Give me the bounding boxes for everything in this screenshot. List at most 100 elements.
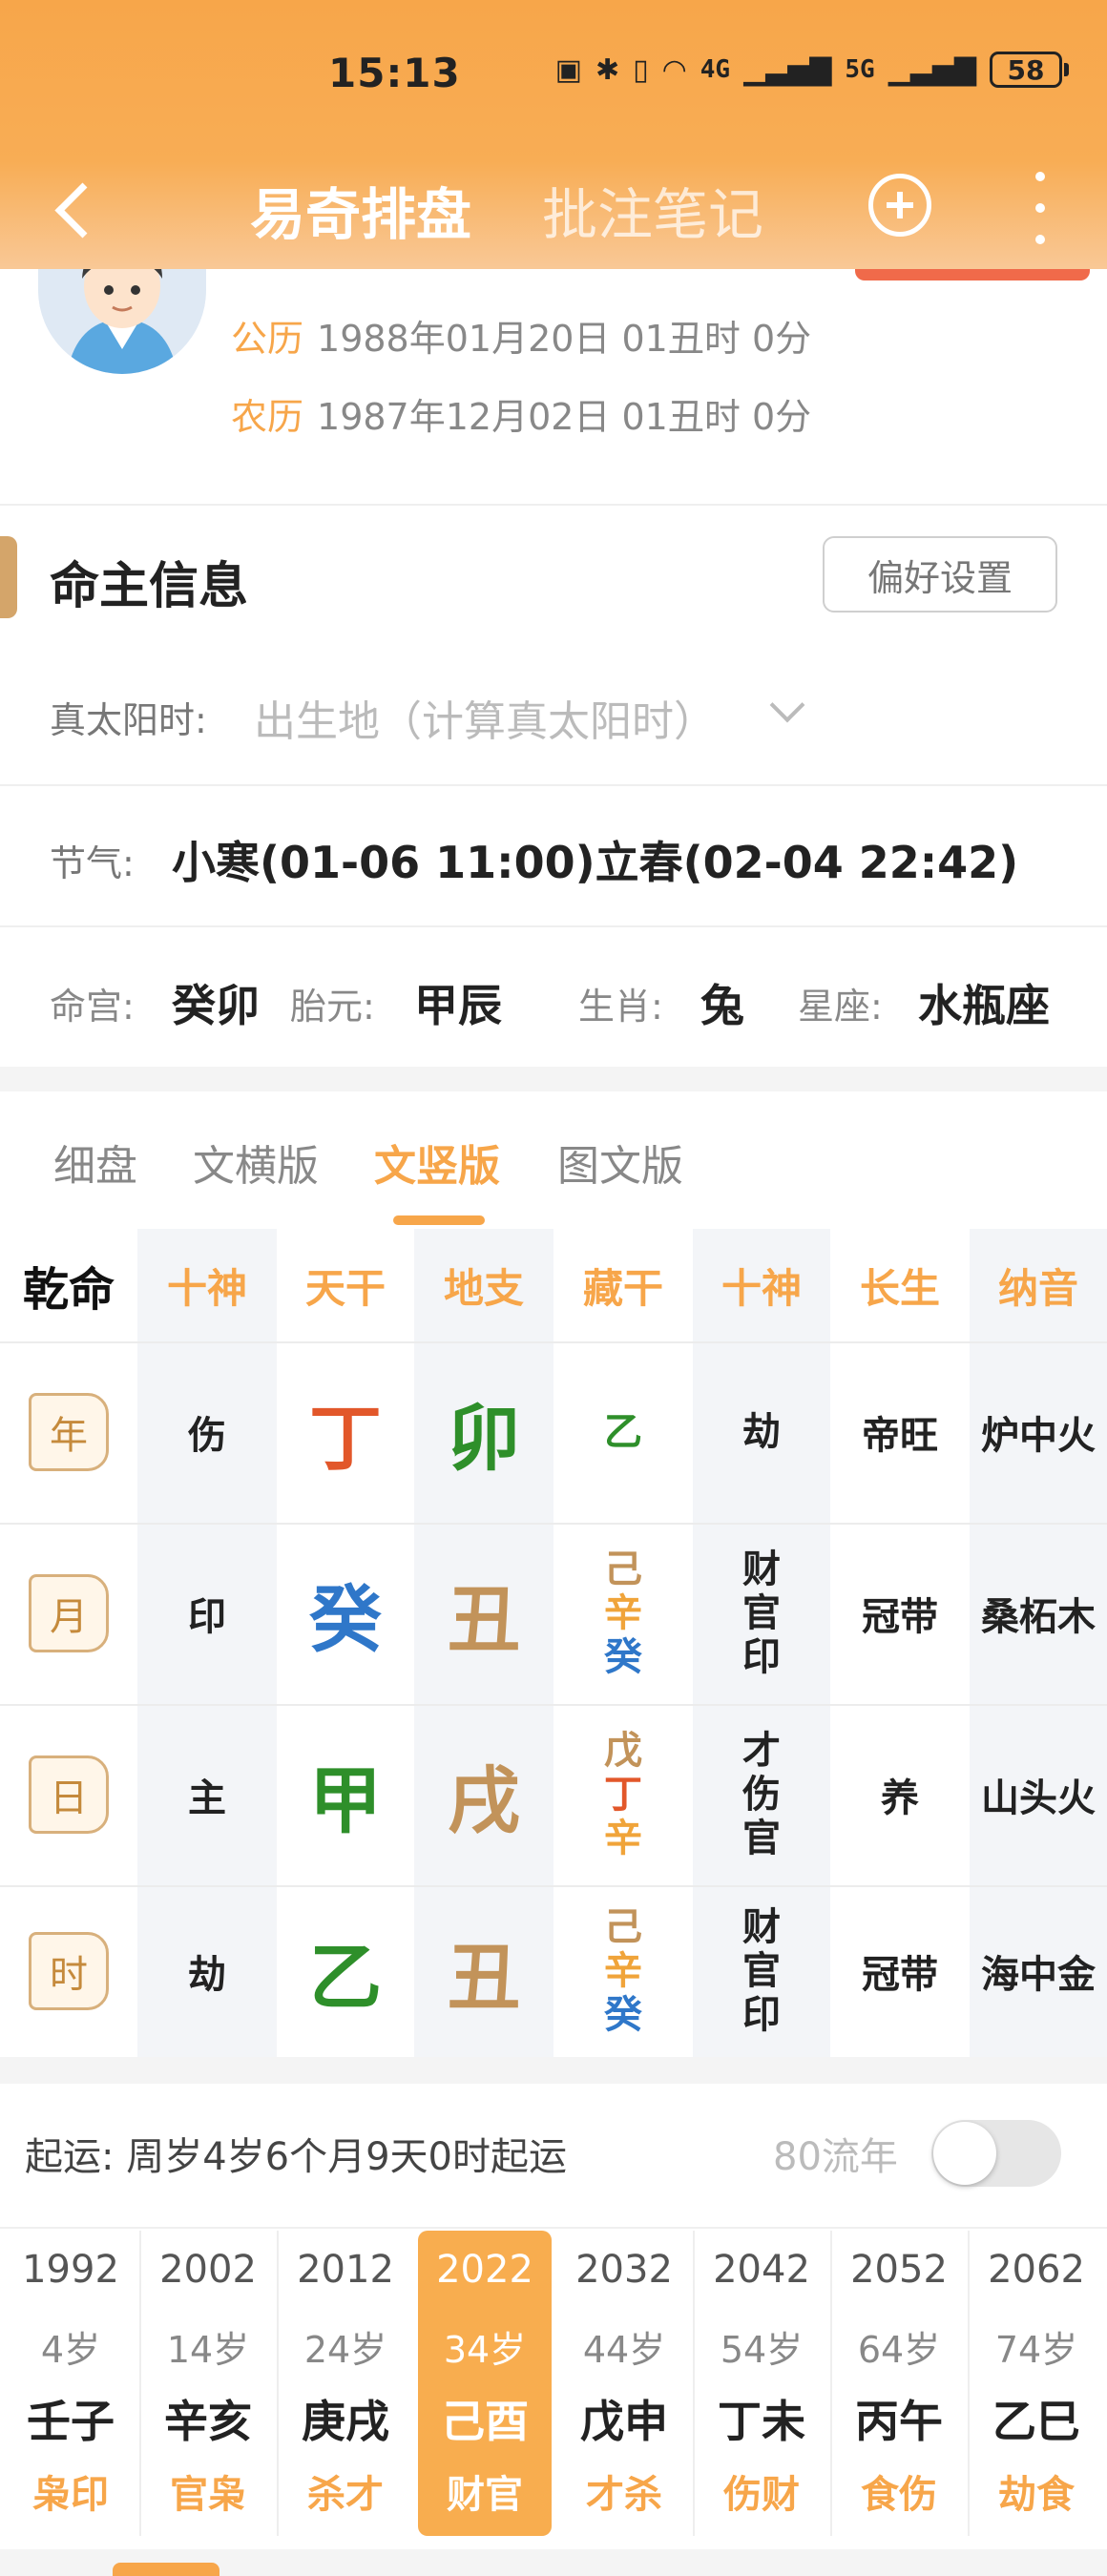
nayin: 山头火 bbox=[981, 1776, 1096, 1820]
chevron-down-icon[interactable] bbox=[769, 687, 805, 723]
earthly-branch[interactable]: 丑 bbox=[414, 1523, 554, 1704]
header-changsheng: 长生 bbox=[859, 1264, 940, 1312]
earthly-branch[interactable]: 戌 bbox=[414, 1704, 554, 1885]
header-hidden: 藏干 bbox=[582, 1264, 663, 1312]
dayun-ganzhi: 壬子 bbox=[27, 2396, 115, 2447]
birthplace-select[interactable]: 出生地（计算真太阳时） bbox=[254, 687, 716, 748]
stem-shishen: 劫 bbox=[188, 1953, 226, 1997]
dayun-shishen: 才杀 bbox=[586, 2473, 662, 2517]
dayun-column[interactable]: 2012 24岁 庚戌 杀才 bbox=[279, 2231, 412, 2536]
toggle-knob bbox=[933, 2122, 996, 2185]
row-tag-day: 日 bbox=[29, 1755, 109, 1834]
heavenly-stem[interactable]: 乙 bbox=[277, 1885, 414, 2057]
dayun-year: 2002 bbox=[159, 2248, 257, 2292]
hidden-stems: 戊 丁 辛 bbox=[554, 1704, 693, 1885]
dayun-shishen: 食伤 bbox=[861, 2473, 937, 2517]
gender-header: 乾命 bbox=[22, 1263, 115, 1317]
dayun-shishen: 劫食 bbox=[998, 2473, 1075, 2517]
hidden-tengod: 印 bbox=[742, 1993, 781, 2037]
solar-date: 1988年01月20日 01丑时 0分 bbox=[317, 318, 812, 360]
heavenly-stem[interactable]: 癸 bbox=[277, 1523, 414, 1704]
dayun-column[interactable]: 2042 54岁 丁未 伤财 bbox=[695, 2231, 828, 2536]
dayun-column[interactable]: 1992 4岁 壬子 枭印 bbox=[4, 2231, 137, 2536]
stem-shishen: 伤 bbox=[188, 1414, 226, 1458]
dayun-year: 2052 bbox=[850, 2248, 948, 2292]
dayun-column-active[interactable]: 2022 34岁 己酉 财官 bbox=[418, 2231, 552, 2536]
back-arrow-icon[interactable] bbox=[46, 174, 103, 240]
section-gap bbox=[0, 2057, 1107, 2084]
avatar[interactable] bbox=[38, 269, 206, 374]
active-tab-indicator bbox=[393, 1215, 485, 1225]
dayun-age: 54岁 bbox=[720, 2329, 804, 2371]
hidden-stem: 辛 bbox=[604, 1817, 642, 1860]
dayun-column[interactable]: 2052 64岁 丙午 食伤 bbox=[832, 2231, 966, 2536]
nav-title-tab[interactable]: 易奇排盘 bbox=[250, 170, 471, 250]
jieqi-label: 节气: bbox=[50, 842, 135, 884]
jieqi-row: 节气: 小寒(01-06 11:00)立春(02-04 22:42) bbox=[0, 786, 1107, 925]
dayun-column[interactable]: 2062 74岁 乙巳 劫食 bbox=[970, 2231, 1103, 2536]
minggong-label: 命宫: bbox=[50, 986, 135, 1028]
header-branch: 地支 bbox=[443, 1264, 524, 1312]
nayin: 桑柘木 bbox=[981, 1595, 1096, 1639]
hidden-stem: 己 bbox=[604, 1905, 642, 1949]
hidden-tengod: 官 bbox=[742, 1591, 781, 1635]
row-tag-year: 年 bbox=[29, 1393, 109, 1471]
dayun-column[interactable]: 2002 14岁 辛亥 官枭 bbox=[141, 2231, 275, 2536]
divider bbox=[0, 2227, 1107, 2229]
solar-time-row[interactable]: 真太阳时: 出生地（计算真太阳时） bbox=[0, 641, 1107, 784]
dayun-age: 74岁 bbox=[994, 2329, 1078, 2371]
chart-view-tabs: 细盘 文横版 文竖版 图文版 bbox=[0, 1091, 1107, 1225]
hidden-tengod: 财 bbox=[742, 1905, 781, 1949]
more-vertical-icon[interactable] bbox=[1031, 172, 1050, 244]
nayin: 海中金 bbox=[981, 1953, 1096, 1997]
header-nayin: 纳音 bbox=[997, 1264, 1078, 1312]
dayun-year: 2062 bbox=[988, 2248, 1085, 2292]
solar-time-label: 真太阳时: bbox=[50, 699, 207, 741]
preferences-button[interactable]: 偏好设置 bbox=[823, 536, 1057, 613]
signal-bars-icon: ▁▃▅▇ bbox=[743, 52, 832, 87]
tab-vertical[interactable]: 文竖版 bbox=[374, 1132, 500, 1193]
dayun-age: 64岁 bbox=[857, 2329, 941, 2371]
palace-row: 命宫: 癸卯 胎元: 甲辰 生肖: 兔 星座: 水瓶座 bbox=[0, 927, 1107, 1067]
status-time: 15:13 bbox=[328, 50, 461, 96]
row-tag-hour: 时 bbox=[29, 1932, 109, 2010]
hidden-stems: 乙 bbox=[554, 1341, 693, 1523]
dayun-age: 14岁 bbox=[166, 2329, 250, 2371]
liunian-toggle-label: 80流年 bbox=[773, 2135, 898, 2179]
tab-detail[interactable]: 细盘 bbox=[53, 1132, 137, 1193]
dayun-age: 44岁 bbox=[582, 2329, 666, 2371]
dayun-age: 24岁 bbox=[303, 2329, 387, 2371]
heavenly-stem[interactable]: 丁 bbox=[277, 1341, 414, 1523]
nav-notes-tab[interactable]: 批注笔记 bbox=[542, 170, 763, 250]
stem-shishen: 印 bbox=[188, 1595, 226, 1639]
dayun-year: 2032 bbox=[575, 2248, 673, 2292]
hidden-tengod: 官 bbox=[742, 1817, 781, 1860]
vibrate-icon: ▯ bbox=[633, 52, 649, 87]
table-row: 日 bbox=[0, 1704, 137, 1885]
constellation-label: 星座: bbox=[798, 986, 883, 1028]
hidden-stem: 己 bbox=[604, 1548, 642, 1591]
lunar-label: 农历 bbox=[231, 396, 304, 438]
earthly-branch[interactable]: 丑 bbox=[414, 1885, 554, 2057]
hidden-stems: 己 辛 癸 bbox=[554, 1885, 693, 2057]
heavenly-stem[interactable]: 甲 bbox=[277, 1704, 414, 1885]
dayun-ganzhi: 丁未 bbox=[718, 2396, 805, 2447]
tab-graphic[interactable]: 图文版 bbox=[557, 1132, 683, 1193]
pillar-table: 乾命 十神 天干 地支 藏干 十神 长生 纳音 年 伤 丁 卯 乙 劫 帝旺 炉… bbox=[0, 1229, 1107, 2057]
status-bar: 15:13 ▣ ✱ ▯ ◠ 4G ▁▃▅▇ 5G ▁▃▅▇ 58 bbox=[0, 0, 1107, 153]
hidden-stem: 丁 bbox=[604, 1773, 642, 1817]
action-chip[interactable] bbox=[855, 269, 1090, 280]
tab-horizontal[interactable]: 文横版 bbox=[193, 1132, 319, 1193]
dayun-ganzhi: 己酉 bbox=[441, 2396, 529, 2447]
signal-5g-icon: 5G bbox=[845, 55, 875, 84]
dayun-shishen: 杀才 bbox=[307, 2473, 384, 2517]
dayun-column[interactable]: 2032 44岁 戊申 才杀 bbox=[557, 2231, 691, 2536]
earthly-branch[interactable]: 卯 bbox=[414, 1341, 554, 1523]
header-stem: 天干 bbox=[304, 1264, 386, 1312]
hidden-tengod: 伤 bbox=[742, 1773, 781, 1817]
liunian-toggle[interactable] bbox=[931, 2120, 1061, 2187]
add-circle-icon[interactable] bbox=[868, 174, 931, 237]
dayun-ganzhi: 戊申 bbox=[580, 2396, 668, 2447]
table-row: 月 bbox=[0, 1523, 137, 1704]
dayun-ganzhi: 乙巳 bbox=[992, 2396, 1080, 2447]
